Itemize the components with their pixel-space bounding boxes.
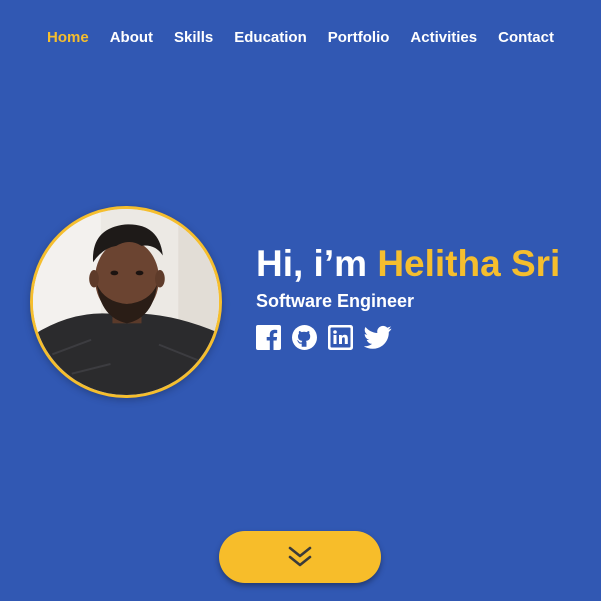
nav-item-contact[interactable]: Contact [488, 28, 565, 48]
facebook-icon[interactable] [256, 325, 281, 350]
nav-item-activities[interactable]: Activities [400, 28, 488, 48]
hero-name: Helitha Sri [377, 243, 561, 284]
twitter-icon[interactable] [364, 325, 392, 350]
nav-item-home[interactable]: Home [37, 28, 100, 48]
profile-avatar [30, 206, 222, 398]
hero-heading: Hi, i’m Helitha Sri [256, 242, 560, 286]
top-nav: Home About Skills Education Portfolio Ac… [0, 28, 601, 48]
nav-item-about[interactable]: About [99, 28, 163, 48]
nav-item-skills[interactable]: Skills [164, 28, 224, 48]
linkedin-icon[interactable] [328, 325, 353, 350]
nav-item-education[interactable]: Education [224, 28, 318, 48]
profile-photo [33, 209, 219, 395]
nav-item-portfolio[interactable]: Portfolio [317, 28, 400, 48]
scroll-down-button[interactable] [219, 531, 381, 583]
page: Home About Skills Education Portfolio Ac… [0, 0, 601, 601]
github-icon[interactable] [292, 325, 317, 350]
greeting-text: Hi, i’m [256, 243, 368, 284]
hero-section: Hi, i’m Helitha Sri Software Engineer [256, 242, 560, 350]
hero-role: Software Engineer [256, 291, 415, 311]
social-links [256, 325, 560, 350]
double-chevron-down-icon [288, 546, 312, 567]
